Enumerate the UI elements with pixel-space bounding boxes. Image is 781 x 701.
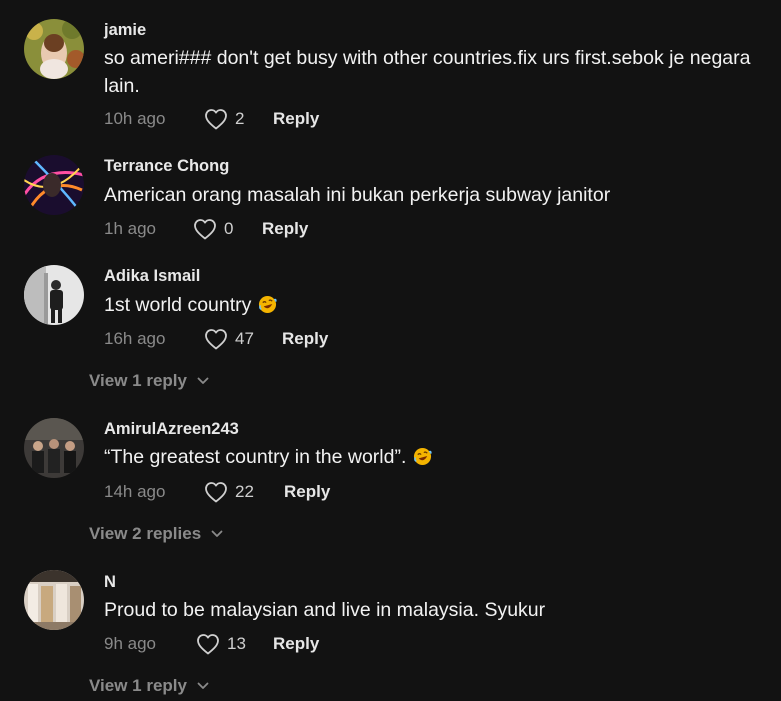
avatar[interactable] <box>24 265 84 325</box>
reply-button[interactable]: Reply <box>273 107 319 131</box>
avatar[interactable] <box>24 19 84 79</box>
chevron-down-icon <box>197 377 209 384</box>
reply-button[interactable]: Reply <box>282 327 328 351</box>
reply-button[interactable]: Reply <box>262 217 308 241</box>
comment-text: American orang masalah ini bukan perkerj… <box>104 184 611 206</box>
like-button[interactable]: 0 <box>193 217 233 241</box>
reply-button[interactable]: Reply <box>284 480 330 504</box>
comment-text: so ameri### don't get busy with other co… <box>104 47 751 97</box>
heart-outline-icon <box>205 329 227 350</box>
username[interactable]: Adika Ismail <box>104 267 200 286</box>
like-count: 2 <box>235 109 245 128</box>
username[interactable]: N <box>104 573 116 592</box>
view-replies-label: View 2 replies <box>89 524 202 543</box>
heart-outline-icon <box>205 109 227 130</box>
reply-button[interactable]: Reply <box>273 632 319 656</box>
avatar[interactable] <box>24 570 84 630</box>
comment-text: Proud to be malaysian and live in malays… <box>104 599 546 621</box>
rolling-on-floor-laughing-emoji <box>414 447 432 466</box>
view-replies-label: View 1 reply <box>89 676 187 695</box>
heart-outline-icon <box>194 219 216 240</box>
timestamp: 1h ago <box>104 219 156 238</box>
avatar[interactable] <box>24 155 84 215</box>
comment-text-content: “The greatest country in the world”. <box>104 446 407 468</box>
timestamp: 14h ago <box>104 482 166 501</box>
timestamp: 16h ago <box>104 329 166 348</box>
timestamp: 9h ago <box>104 634 156 653</box>
like-button[interactable]: 13 <box>196 632 246 656</box>
comment-text: “The greatest country in the world”. <box>104 443 754 471</box>
like-count: 13 <box>227 634 246 653</box>
timestamp: 10h ago <box>104 109 166 128</box>
chevron-down-icon <box>197 682 209 689</box>
view-replies-button[interactable]: View 1 reply <box>89 369 209 393</box>
like-count: 0 <box>224 219 234 238</box>
avatar[interactable] <box>24 418 84 478</box>
view-replies-button[interactable]: View 1 reply <box>89 674 209 698</box>
chevron-down-icon <box>211 530 223 537</box>
username[interactable]: AmirulAzreen243 <box>104 420 239 439</box>
comment-text: 1st world country <box>104 291 754 319</box>
heart-outline-icon <box>197 634 219 655</box>
username[interactable]: jamie <box>104 21 146 40</box>
heart-outline-icon <box>205 482 227 503</box>
comment-text-content: 1st world country <box>104 294 252 316</box>
username[interactable]: Terrance Chong <box>104 157 229 176</box>
like-button[interactable]: 47 <box>204 327 254 351</box>
rolling-on-floor-laughing-emoji <box>259 295 278 314</box>
like-count: 47 <box>235 329 254 348</box>
like-button[interactable]: 22 <box>204 480 254 504</box>
view-replies-label: View 1 reply <box>89 371 187 390</box>
like-button[interactable]: 2 <box>204 107 244 131</box>
view-replies-button[interactable]: View 2 replies <box>89 522 223 546</box>
like-count: 22 <box>235 482 254 501</box>
